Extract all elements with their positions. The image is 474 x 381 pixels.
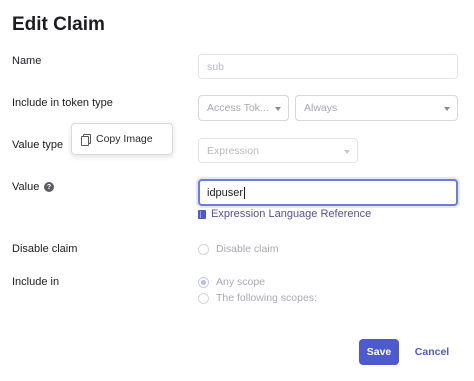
radio-any-scope-label: Any scope bbox=[216, 276, 266, 288]
value-label: Value bbox=[12, 181, 40, 193]
token-when-select[interactable]: Always bbox=[295, 95, 458, 121]
help-icon[interactable]: ? bbox=[44, 182, 54, 192]
text-caret bbox=[244, 186, 246, 199]
radio-checked-icon bbox=[198, 276, 209, 288]
value-input-text: idpuser bbox=[207, 186, 244, 199]
value-type-value: Expression bbox=[207, 144, 259, 157]
disable-claim-checkbox[interactable]: Disable claim bbox=[198, 243, 278, 255]
include-in-label: Include in bbox=[12, 276, 60, 288]
book-icon bbox=[198, 209, 206, 219]
disable-claim-label: Disable claim bbox=[12, 243, 78, 255]
value-type-label: Value type bbox=[12, 139, 64, 151]
disable-claim-checkbox-label: Disable claim bbox=[216, 243, 279, 255]
save-button[interactable]: Save bbox=[359, 339, 399, 365]
radio-following-scopes-label: The following scopes: bbox=[216, 292, 317, 304]
radio-any-scope[interactable]: Any scope bbox=[198, 276, 265, 288]
radio-unchecked-icon bbox=[198, 292, 209, 304]
chevron-down-icon bbox=[444, 107, 450, 111]
value-input[interactable]: idpuser bbox=[198, 179, 458, 206]
checkbox-icon bbox=[198, 243, 209, 255]
name-label: Name bbox=[12, 55, 42, 67]
copy-icon bbox=[81, 133, 91, 146]
token-when-value: Always bbox=[304, 102, 338, 114]
context-menu-copy-image[interactable]: Copy Image bbox=[71, 123, 173, 155]
cancel-button[interactable]: Cancel bbox=[409, 339, 455, 365]
edit-claim-dialog: Edit Claim Name sub Include in token typ… bbox=[0, 0, 474, 381]
expression-link-label: Expression Language Reference bbox=[211, 208, 372, 220]
name-field: sub bbox=[198, 54, 458, 79]
name-value: sub bbox=[207, 60, 224, 73]
copy-image-label: Copy Image bbox=[96, 133, 153, 145]
chevron-down-icon bbox=[344, 149, 350, 154]
token-type-label: Include in token type bbox=[12, 97, 113, 109]
dialog-title: Edit Claim bbox=[12, 14, 105, 35]
value-type-select: Expression bbox=[198, 138, 358, 163]
token-type-value: Access Tok... bbox=[207, 102, 269, 114]
token-type-select[interactable]: Access Tok... bbox=[198, 95, 289, 121]
expression-language-link[interactable]: Expression Language Reference bbox=[198, 208, 371, 220]
radio-following-scopes[interactable]: The following scopes: bbox=[198, 292, 317, 304]
chevron-down-icon bbox=[275, 107, 281, 111]
